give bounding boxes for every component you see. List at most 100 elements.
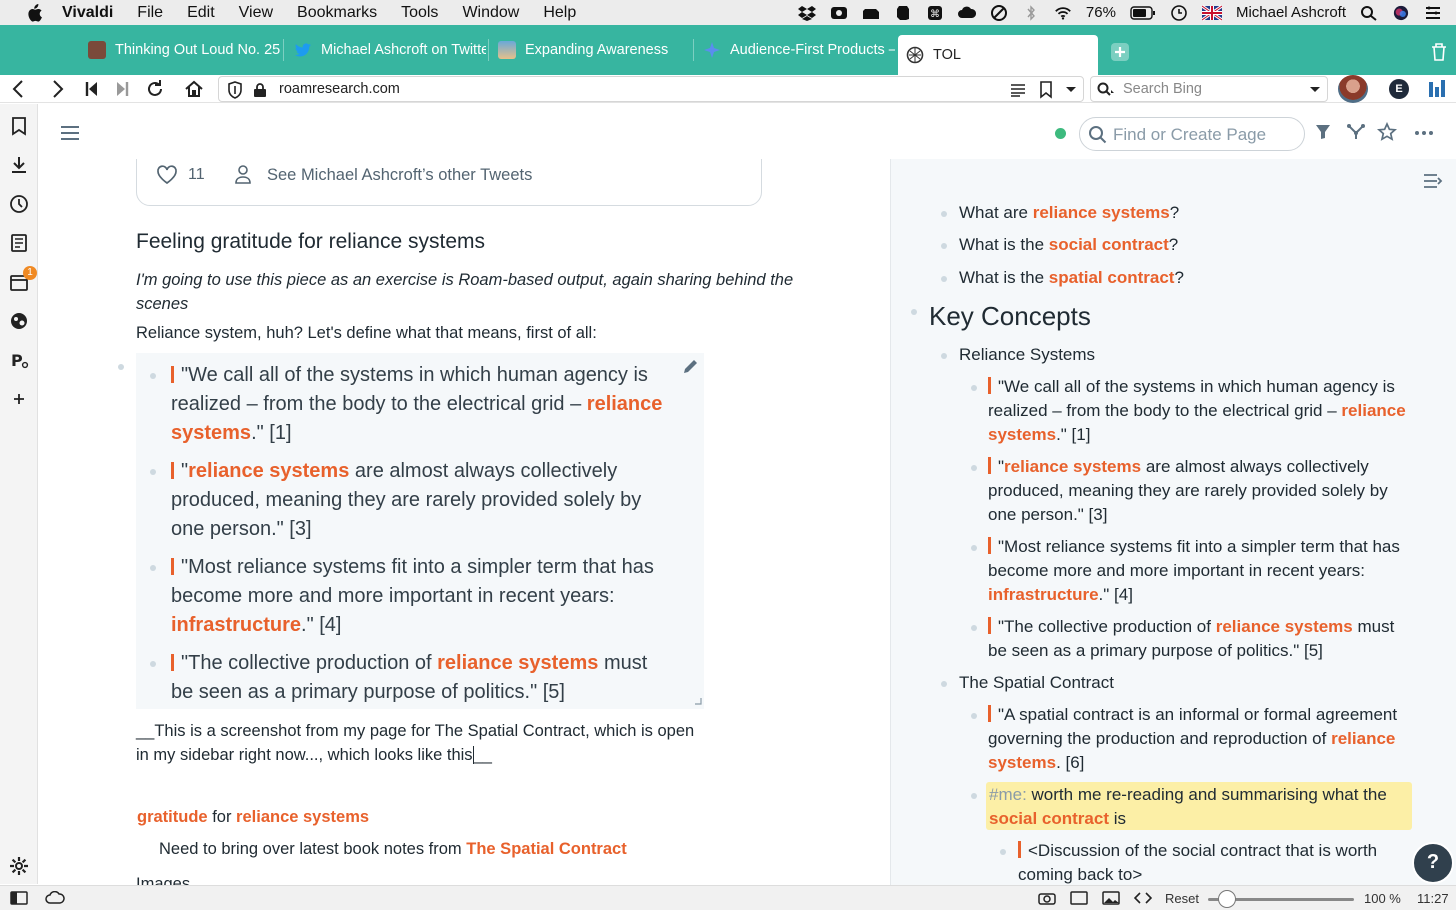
more-options-icon[interactable] bbox=[1414, 130, 1434, 136]
filter-icon[interactable] bbox=[1315, 124, 1331, 140]
wifi-icon[interactable] bbox=[1054, 5, 1072, 21]
tag-me[interactable]: #me: bbox=[989, 785, 1027, 804]
quote-item-4[interactable]: "The collective production of reliance s… bbox=[171, 649, 701, 707]
settings-gear-icon[interactable] bbox=[9, 856, 29, 876]
page-link-spatial-contract[interactable]: spatial contract bbox=[1049, 268, 1175, 287]
search-engine-field[interactable]: Search Bing bbox=[1090, 76, 1328, 102]
hamburger-menu-icon[interactable] bbox=[60, 125, 80, 141]
page-link-gratitude[interactable]: gratitude bbox=[137, 808, 208, 826]
trash-icon[interactable] bbox=[1430, 42, 1448, 62]
page-link-social-contract[interactable]: social contract bbox=[1049, 235, 1169, 254]
reliance-systems-heading[interactable]: Reliance Systems bbox=[959, 343, 1095, 367]
quote-item-2[interactable]: "reliance systems are almost always coll… bbox=[171, 457, 701, 544]
tab-audience-first[interactable]: Audience-First Products – bbox=[695, 35, 895, 65]
tab-expanding-awareness[interactable]: Expanding Awareness bbox=[490, 35, 690, 65]
control-center-icon[interactable] bbox=[1424, 5, 1442, 21]
find-or-create-page-input[interactable]: Find or Create Page bbox=[1079, 117, 1305, 151]
rewind-icon[interactable] bbox=[81, 78, 103, 100]
zoom-slider[interactable] bbox=[1208, 890, 1354, 908]
forward-icon[interactable] bbox=[46, 78, 68, 100]
reader-view-icon[interactable] bbox=[1010, 83, 1026, 97]
evernote-icon[interactable] bbox=[894, 5, 912, 21]
shield-icon[interactable] bbox=[227, 81, 243, 99]
sidebar-question-3[interactable]: What is the spatial contract? bbox=[959, 266, 1184, 290]
tab-tol-active[interactable]: TOL bbox=[898, 35, 1098, 75]
page-link-infrastructure[interactable]: infrastructure bbox=[988, 585, 1099, 604]
bluetooth-icon[interactable] bbox=[1022, 4, 1040, 21]
menu-app-name[interactable]: Vivaldi bbox=[62, 4, 113, 22]
sidebar-me-note[interactable]: #me: worth me re-reading and summarising… bbox=[989, 783, 1419, 831]
sidebar-quote-2[interactable]: "reliance systems are almost always coll… bbox=[988, 455, 1438, 527]
camera-app-icon[interactable] bbox=[830, 5, 848, 21]
images-block[interactable]: Images bbox=[136, 875, 190, 885]
fast-forward-icon[interactable] bbox=[111, 78, 133, 100]
add-panel-icon[interactable] bbox=[9, 389, 29, 409]
sidebar-quote-4[interactable]: "The collective production of reliance s… bbox=[988, 615, 1438, 663]
extension-bars-icon[interactable] bbox=[1428, 79, 1446, 99]
sidebar-quote-3[interactable]: "Most reliance systems fit into a simple… bbox=[988, 535, 1438, 607]
siri-icon[interactable] bbox=[1392, 5, 1410, 21]
quote-item-1[interactable]: "We call all of the systems in which hum… bbox=[171, 361, 701, 448]
web-panel-p-icon[interactable]: P bbox=[9, 350, 29, 370]
menu-bookmarks[interactable]: Bookmarks bbox=[297, 4, 377, 22]
sidebar-quote-5[interactable]: "A spatial contract is an informal or fo… bbox=[988, 703, 1438, 775]
bookmarks-panel-icon[interactable] bbox=[9, 116, 29, 136]
command-icon[interactable]: ⌘ bbox=[926, 5, 944, 21]
sync-cloud-icon[interactable] bbox=[45, 891, 65, 905]
spatial-contract-heading[interactable]: The Spatial Contract bbox=[959, 671, 1114, 695]
apple-icon[interactable] bbox=[24, 3, 44, 22]
images-toggle-icon[interactable] bbox=[1102, 891, 1120, 905]
quote-item-3[interactable]: "Most reliance systems fit into a simple… bbox=[171, 553, 701, 640]
cloud-icon[interactable] bbox=[957, 5, 976, 21]
menubar-user-name[interactable]: Michael Ashcroft bbox=[1236, 4, 1346, 21]
page-link-spatial-contract[interactable]: The Spatial Contract bbox=[466, 840, 626, 858]
menu-help[interactable]: Help bbox=[543, 4, 576, 22]
caption-block[interactable]: __This is a screenshot from my page for … bbox=[136, 719, 756, 767]
tiling-icon[interactable] bbox=[1070, 891, 1088, 905]
menu-edit[interactable]: Edit bbox=[187, 4, 215, 22]
sidebar-quote-1[interactable]: "We call all of the systems in which hum… bbox=[988, 375, 1438, 447]
do-not-disturb-icon[interactable] bbox=[990, 4, 1008, 21]
history-icon[interactable] bbox=[9, 194, 29, 214]
extension-e-icon[interactable]: E bbox=[1389, 79, 1409, 99]
embedded-tweet-card[interactable]: 11 See Michael Ashcroft’s other Tweets bbox=[136, 159, 762, 206]
zoom-reset-button[interactable]: Reset bbox=[1165, 891, 1199, 906]
reference-block[interactable]: gratitude for reliance systems bbox=[137, 808, 369, 827]
menu-view[interactable]: View bbox=[239, 4, 273, 22]
panel-toggle-icon[interactable] bbox=[10, 891, 28, 905]
menu-file[interactable]: File bbox=[137, 4, 163, 22]
menu-tools[interactable]: Tools bbox=[401, 4, 438, 22]
page-link-reliance-systems[interactable]: reliance systems bbox=[1033, 203, 1170, 222]
back-icon[interactable] bbox=[8, 78, 30, 100]
cloud-sync-icon[interactable] bbox=[862, 5, 880, 21]
battery-icon[interactable] bbox=[1130, 5, 1156, 21]
page-link-infrastructure[interactable]: infrastructure bbox=[171, 614, 301, 636]
capture-camera-icon[interactable] bbox=[1038, 891, 1056, 905]
close-sidebar-icon[interactable] bbox=[1423, 173, 1443, 189]
graph-overview-icon[interactable] bbox=[1346, 123, 1366, 141]
chevron-down-icon[interactable] bbox=[1309, 86, 1321, 94]
embedded-quotes-block[interactable]: "We call all of the systems in which hum… bbox=[136, 353, 704, 709]
tab-thinking-out-loud[interactable]: Thinking Out Loud No. 25 bbox=[80, 35, 280, 65]
profile-avatar[interactable] bbox=[1338, 75, 1368, 103]
star-icon[interactable] bbox=[1377, 122, 1397, 142]
web-panel-icon[interactable] bbox=[9, 311, 29, 331]
heart-icon[interactable] bbox=[156, 165, 178, 185]
page-link-reliance-systems[interactable]: reliance systems bbox=[188, 460, 349, 482]
page-link-reliance-systems[interactable]: reliance systems bbox=[437, 652, 598, 674]
reload-icon[interactable] bbox=[144, 78, 166, 100]
url-field[interactable]: roamresearch.com bbox=[218, 76, 1084, 102]
bookmark-icon[interactable] bbox=[1039, 81, 1053, 99]
spotlight-search-icon[interactable] bbox=[1360, 5, 1378, 21]
page-link-reliance-systems[interactable]: reliance systems bbox=[1004, 457, 1141, 476]
tweet-other-tweets-link[interactable]: See Michael Ashcroft’s other Tweets bbox=[267, 166, 532, 185]
sidebar-discussion-note[interactable]: <Discussion of the social contract that … bbox=[1018, 839, 1438, 885]
new-tab-icon[interactable] bbox=[1110, 42, 1130, 62]
page-actions-icon[interactable] bbox=[1134, 891, 1152, 905]
home-icon[interactable] bbox=[183, 78, 205, 100]
reference-child-block[interactable]: Need to bring over latest book notes fro… bbox=[159, 840, 627, 859]
downloads-icon[interactable] bbox=[9, 155, 29, 175]
sidebar-question-1[interactable]: What are reliance systems? bbox=[959, 201, 1179, 225]
key-concepts-heading[interactable]: Key Concepts bbox=[929, 301, 1091, 332]
intro-italic-block[interactable]: I'm going to use this piece as an exerci… bbox=[136, 268, 846, 316]
